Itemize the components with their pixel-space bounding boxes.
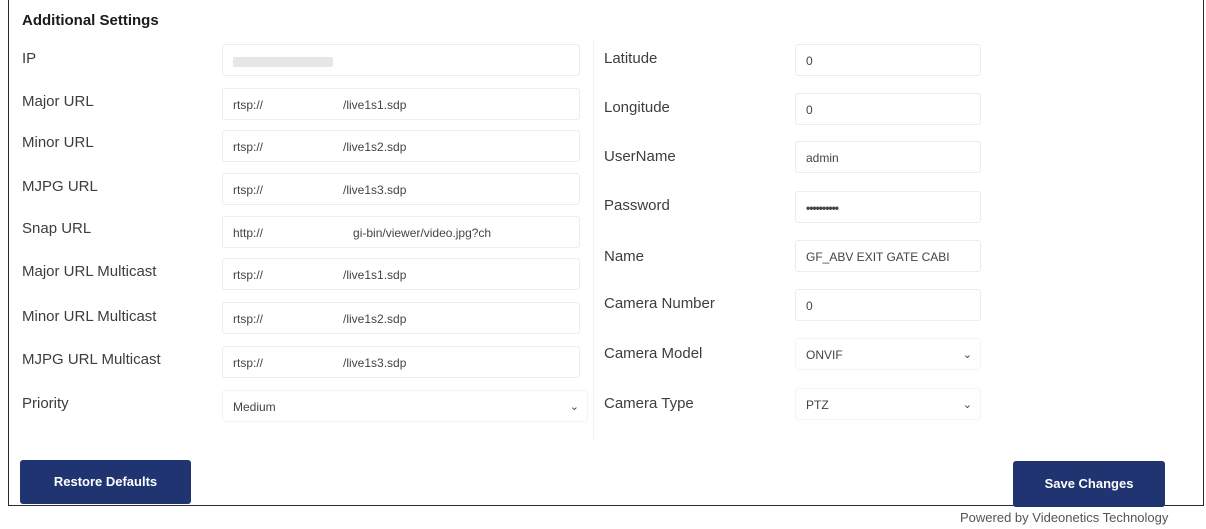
minor-url-label: Minor URL [22, 134, 94, 151]
password-value: •••••••••• [806, 201, 839, 215]
minor-url-suffix: /live1s2.sdp [343, 140, 407, 154]
save-changes-button[interactable]: Save Changes [1013, 461, 1165, 507]
major-url-prefix: rtsp:// [233, 98, 264, 112]
mjpg-url-input[interactable]: rtsp:// /live1s3.sdp [222, 173, 580, 205]
camera-model-value: ONVIF [806, 348, 843, 362]
name-value: GF_ABV EXIT GATE CABI [806, 250, 950, 264]
major-url-input[interactable]: rtsp:// /live1s1.sdp [222, 88, 580, 120]
username-input[interactable]: admin [795, 141, 981, 173]
minor-url-multicast-input[interactable]: rtsp:// /live1s2.sdp [222, 302, 580, 334]
mjpg-url-multicast-label: MJPG URL Multicast [22, 351, 161, 368]
username-value: admin [806, 151, 839, 165]
snap-url-input[interactable]: http:// gi-bin/viewer/video.jpg?ch [222, 216, 580, 248]
camera-number-value: 0 [806, 299, 813, 313]
latitude-input[interactable]: 0 [795, 44, 981, 76]
camera-number-input[interactable]: 0 [795, 289, 981, 321]
column-divider [593, 40, 594, 440]
chevron-down-icon: ⌄ [962, 349, 972, 361]
ip-input[interactable] [222, 44, 580, 76]
name-label: Name [604, 248, 645, 265]
mjpg-multicast-prefix: rtsp:// [233, 356, 264, 370]
minor-multicast-prefix: rtsp:// [233, 312, 264, 326]
footer-credit: Powered by Videonetics Technology [960, 510, 1169, 525]
snap-url-label: Snap URL [22, 220, 92, 237]
camera-type-value: PTZ [806, 398, 829, 412]
priority-value: Medium [233, 400, 276, 414]
mjpg-url-label: MJPG URL [22, 178, 98, 195]
longitude-input[interactable]: 0 [795, 93, 981, 125]
username-label: UserName [604, 148, 676, 165]
name-input[interactable]: GF_ABV EXIT GATE CABI [795, 240, 981, 272]
major-multicast-prefix: rtsp:// [233, 268, 264, 282]
minor-multicast-suffix: /live1s2.sdp [343, 312, 407, 326]
snap-url-suffix: gi-bin/viewer/video.jpg?ch [353, 226, 492, 240]
redacted-value [233, 56, 333, 67]
ip-label: IP [22, 50, 37, 67]
chevron-down-icon: ⌄ [569, 401, 579, 413]
priority-label: Priority [22, 395, 69, 412]
camera-model-label: Camera Model [604, 345, 703, 362]
priority-select[interactable]: Medium ⌄ [222, 390, 588, 422]
snap-url-prefix: http:// [233, 226, 264, 240]
mjpg-url-multicast-input[interactable]: rtsp:// /live1s3.sdp [222, 346, 580, 378]
major-url-label: Major URL [22, 93, 94, 110]
latitude-label: Latitude [604, 50, 658, 67]
password-label: Password [604, 197, 670, 214]
minor-url-prefix: rtsp:// [233, 140, 264, 154]
latitude-value: 0 [806, 54, 813, 68]
chevron-down-icon: ⌄ [962, 399, 972, 411]
camera-model-select[interactable]: ONVIF ⌄ [795, 338, 981, 370]
camera-type-label: Camera Type [604, 395, 694, 412]
camera-number-label: Camera Number [604, 295, 715, 312]
major-url-multicast-label: Major URL Multicast [22, 263, 157, 280]
camera-type-select[interactable]: PTZ ⌄ [795, 388, 981, 420]
mjpg-multicast-suffix: /live1s3.sdp [343, 356, 407, 370]
longitude-label: Longitude [604, 99, 670, 116]
section-title: Additional Settings [22, 12, 159, 29]
restore-defaults-button[interactable]: Restore Defaults [20, 460, 191, 504]
mjpg-url-prefix: rtsp:// [233, 183, 264, 197]
major-url-suffix: /live1s1.sdp [343, 98, 407, 112]
major-multicast-suffix: /live1s1.sdp [343, 268, 407, 282]
longitude-value: 0 [806, 103, 813, 117]
mjpg-url-suffix: /live1s3.sdp [343, 183, 407, 197]
minor-url-multicast-label: Minor URL Multicast [22, 308, 157, 325]
password-input[interactable]: •••••••••• [795, 191, 981, 223]
major-url-multicast-input[interactable]: rtsp:// /live1s1.sdp [222, 258, 580, 290]
minor-url-input[interactable]: rtsp:// /live1s2.sdp [222, 130, 580, 162]
